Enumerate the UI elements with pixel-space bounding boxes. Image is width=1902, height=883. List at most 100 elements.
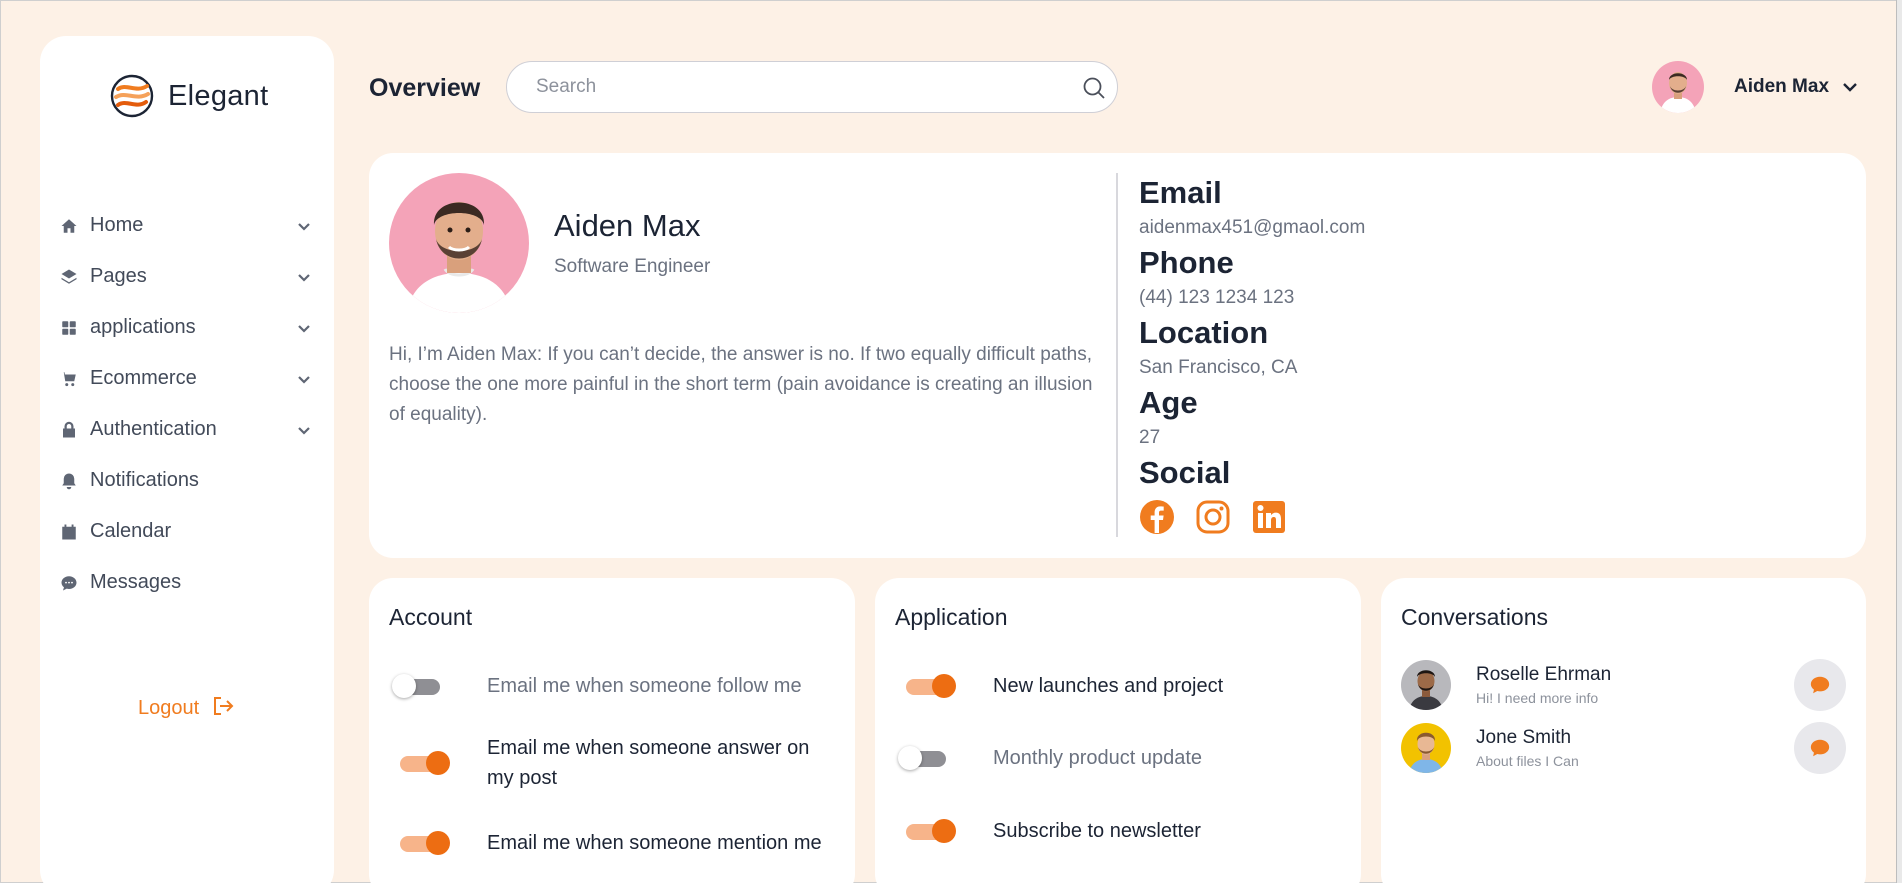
profile-bio: Hi, I’m Aiden Max: If you can’t decide, … xyxy=(389,344,1093,425)
logout-button[interactable]: Logout xyxy=(138,694,235,723)
toggle-label: Email me when someone mention me xyxy=(487,832,822,854)
new-launches-toggle[interactable] xyxy=(895,671,956,701)
account-setting-row: Email me when someone mention me xyxy=(389,828,822,858)
conversations-title: Conversations xyxy=(1401,604,1549,630)
newsletter-toggle[interactable] xyxy=(895,816,956,846)
email-value: aidenmax451@gmaol.com xyxy=(1139,217,1366,238)
search-icon[interactable] xyxy=(1081,75,1107,101)
search-bar xyxy=(506,61,1118,113)
profile-divider xyxy=(1116,173,1118,537)
brand[interactable]: Elegant xyxy=(110,74,268,118)
sidebar-item-notifications[interactable]: Notifications xyxy=(60,455,316,506)
age-title: Age xyxy=(1139,385,1198,420)
chat-bubble-icon xyxy=(1810,676,1830,694)
brand-logo-icon xyxy=(110,74,154,118)
application-setting-row: Monthly product update xyxy=(895,743,1202,773)
avatar xyxy=(1401,723,1451,773)
phone-value: (44) 123 1234 123 xyxy=(1139,287,1295,308)
account-setting-row: Email me when someone follow me xyxy=(389,671,802,701)
window-scrollbar[interactable] xyxy=(1896,0,1902,883)
user-menu[interactable]: Aiden Max xyxy=(1652,61,1859,113)
sidebar-item-applications[interactable]: applications xyxy=(60,302,316,353)
sidebar-item-messages[interactable]: Messages xyxy=(60,557,316,608)
social-title: Social xyxy=(1139,455,1231,490)
sidebar-item-label: Calendar xyxy=(90,520,172,542)
application-setting-row: New launches and project xyxy=(895,671,1223,701)
conversations-card: Conversations Roselle Ehrman Hi! I need … xyxy=(1381,578,1866,883)
search-input[interactable] xyxy=(507,62,1027,112)
conversation-text: Roselle Ehrman Hi! I need more info xyxy=(1476,662,1794,708)
lock-icon xyxy=(60,421,78,439)
chevron-down-icon xyxy=(1841,78,1859,96)
mention-email-toggle[interactable] xyxy=(389,828,450,858)
age-value: 27 xyxy=(1139,427,1161,448)
chevron-down-icon xyxy=(296,218,312,234)
profile-card: Aiden Max Software Engineer Hi, I’m Aide… xyxy=(369,153,1866,558)
conversation-name: Jone Smith xyxy=(1476,727,1572,748)
conversation-message: About files I Can xyxy=(1476,753,1579,769)
email-title: Email xyxy=(1139,175,1222,210)
toggle-label: New launches and project xyxy=(993,675,1224,697)
profile-info: Email aidenmax451@gmaol.com Phone (44) 1… xyxy=(1139,173,1365,535)
account-setting-row: Email me when someone answer on my post xyxy=(389,733,829,793)
conversation-text: Jone Smith About files I Can xyxy=(1476,725,1794,771)
toggle-label: Email me when someone follow me xyxy=(487,675,802,697)
chat-button[interactable] xyxy=(1794,722,1846,774)
chat-bubble-icon xyxy=(1810,739,1830,757)
sidebar-item-label: Notifications xyxy=(90,469,199,491)
toggle-label: Email me when someone answer on my post xyxy=(487,737,810,789)
follow-email-toggle[interactable] xyxy=(389,671,449,701)
sidebar-item-calendar[interactable]: Calendar xyxy=(60,506,316,557)
bell-icon xyxy=(60,472,78,490)
calendar-icon xyxy=(60,523,78,541)
sidebar: Elegant Home Pages applications Ecommerc… xyxy=(40,36,334,883)
profile-role: Software Engineer xyxy=(554,256,711,277)
sidebar-item-label: Ecommerce xyxy=(90,367,197,389)
sidebar-item-authentication[interactable]: Authentication xyxy=(60,404,316,455)
logout-label: Logout xyxy=(138,697,200,719)
toggle-label: Subscribe to newsletter xyxy=(993,820,1201,842)
chevron-down-icon xyxy=(296,371,312,387)
user-name: Aiden Max xyxy=(1734,76,1830,97)
home-icon xyxy=(60,217,78,235)
sidebar-item-label: Home xyxy=(90,214,144,236)
social-links xyxy=(1139,499,1365,535)
account-settings-card: Account Email me when someone follow me … xyxy=(369,578,855,883)
sidebar-item-home[interactable]: Home xyxy=(60,200,316,251)
profile-avatar xyxy=(389,173,529,313)
instagram-icon[interactable] xyxy=(1195,499,1231,535)
chevron-down-icon xyxy=(296,422,312,438)
sidebar-item-ecommerce[interactable]: Ecommerce xyxy=(60,353,316,404)
monthly-update-toggle[interactable] xyxy=(895,743,955,773)
logout-icon xyxy=(211,694,235,723)
answer-email-toggle[interactable] xyxy=(389,748,450,778)
conversation-message: Hi! I need more info xyxy=(1476,690,1599,706)
application-title: Application xyxy=(895,604,1008,630)
chat-button[interactable] xyxy=(1794,659,1846,711)
sidebar-item-label: applications xyxy=(90,316,196,338)
sidebar-item-pages[interactable]: Pages xyxy=(60,251,316,302)
sidebar-item-label: Pages xyxy=(90,265,147,287)
location-title: Location xyxy=(1139,315,1269,350)
phone-title: Phone xyxy=(1139,245,1234,280)
application-settings-card: Application New launches and project Mon… xyxy=(875,578,1361,883)
application-setting-row: Subscribe to newsletter xyxy=(895,816,1201,846)
conversation-name: Roselle Ehrman xyxy=(1476,664,1612,685)
linkedin-icon[interactable] xyxy=(1251,499,1287,535)
conversation-item[interactable]: Jone Smith About files I Can xyxy=(1401,722,1846,774)
layers-icon xyxy=(60,268,78,286)
chevron-down-icon xyxy=(296,320,312,336)
conversation-item[interactable]: Roselle Ehrman Hi! I need more info xyxy=(1401,659,1846,711)
profile-name: Aiden Max xyxy=(554,208,701,243)
facebook-icon[interactable] xyxy=(1139,499,1175,535)
account-title: Account xyxy=(389,604,473,630)
grid-icon xyxy=(60,319,78,337)
brand-name: Elegant xyxy=(168,79,269,112)
page-title: Overview xyxy=(369,74,481,102)
chevron-down-icon xyxy=(296,269,312,285)
avatar xyxy=(1652,61,1704,113)
sidebar-nav: Home Pages applications Ecommerce Authen… xyxy=(60,200,316,608)
avatar xyxy=(1401,660,1451,710)
toggle-label: Monthly product update xyxy=(993,747,1203,769)
sidebar-item-label: Messages xyxy=(90,571,182,593)
